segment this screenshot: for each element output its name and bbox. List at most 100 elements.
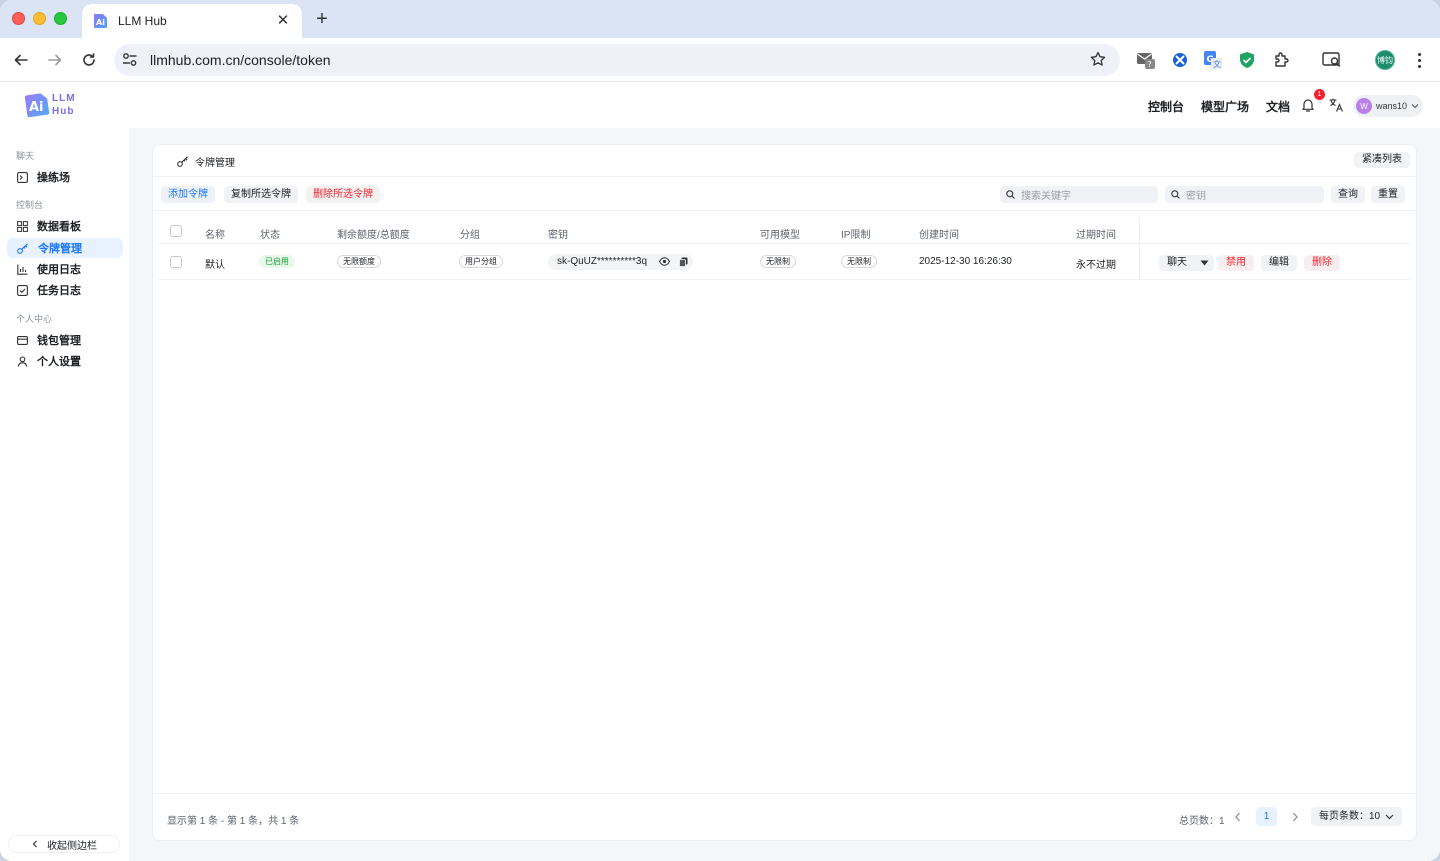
- tab-close-icon[interactable]: ✕: [274, 13, 292, 29]
- browser-tab[interactable]: Ai LLM Hub ✕: [82, 4, 302, 38]
- user-menu[interactable]: W wans10: [1353, 95, 1423, 117]
- col-quota: 剩余额度/总额度: [337, 230, 410, 241]
- select-all-checkbox[interactable]: [170, 225, 182, 237]
- sidebar-item-playground[interactable]: 操练场: [7, 167, 123, 187]
- token-key: sk-QuUZ**********3q: [548, 254, 693, 270]
- forward-icon[interactable]: [44, 49, 66, 71]
- status-badge: 已启用: [259, 255, 295, 268]
- search-icon: [1171, 190, 1180, 199]
- extensions-puzzle-icon[interactable]: [1272, 50, 1292, 70]
- chevron-left-icon: [32, 840, 37, 848]
- llmhub-favicon-icon: Ai: [94, 14, 107, 28]
- back-icon[interactable]: [10, 49, 32, 71]
- reset-button[interactable]: 重置: [1371, 186, 1405, 203]
- table-row: 默认 已启用 无限额度 用户分组 sk-QuUZ**********3q 无限制…: [159, 245, 1411, 280]
- translate-extension-icon[interactable]: G文: [1203, 50, 1223, 70]
- sidebar-item-usage-log[interactable]: 使用日志: [7, 259, 123, 279]
- logo-line2: Hub: [52, 106, 75, 117]
- username: wans10: [1376, 101, 1408, 111]
- page-title-text: 令牌管理: [195, 158, 235, 169]
- profile-avatar[interactable]: 博钧: [1375, 50, 1395, 70]
- logo-text: LLM Hub: [52, 92, 76, 118]
- keyword-search-input[interactable]: 搜索关键字: [1000, 186, 1158, 203]
- browser-window: Ai LLM Hub ✕ + llmhub.com.cn/console/tok…: [0, 0, 1440, 861]
- copy-selected-button[interactable]: 复制所选令牌: [224, 186, 298, 203]
- language-icon[interactable]: [1328, 97, 1344, 113]
- row-checkbox[interactable]: [170, 256, 182, 268]
- chevron-down-icon: [1411, 104, 1419, 109]
- col-group: 分组: [460, 230, 480, 241]
- sidebar-item-task-log[interactable]: 任务日志: [7, 280, 123, 300]
- pagination-bar: 显示第 1 条 - 第 1 条，共 1 条 总页数：1 1 每页条数：10: [153, 793, 1416, 841]
- chat-label: 聊天: [1167, 257, 1187, 268]
- ip-tag: 无限制: [841, 255, 877, 268]
- disable-button[interactable]: 禁用: [1218, 255, 1254, 271]
- edit-button[interactable]: 编辑: [1261, 255, 1297, 271]
- sidebar-item-wallet[interactable]: 钱包管理: [7, 330, 123, 350]
- chat-dropdown-button[interactable]: 聊天: [1159, 255, 1214, 271]
- page-size-select[interactable]: 每页条数：10: [1311, 807, 1402, 826]
- page-title: 令牌管理: [177, 154, 235, 169]
- app-header: Ai LLM Hub 控制台 模型广场 文档 1 W wans10: [0, 82, 1440, 128]
- chart-icon: [17, 264, 28, 275]
- group-tag: 用户分组: [459, 255, 503, 268]
- shield-extension-icon[interactable]: [1237, 50, 1257, 70]
- nav-docs[interactable]: 文档: [1266, 98, 1290, 115]
- sidebar-item-label: 数据看板: [37, 221, 81, 233]
- total-pages: 总页数：1: [1179, 816, 1225, 827]
- crosshair-extension-icon[interactable]: [1170, 50, 1190, 70]
- query-button[interactable]: 查询: [1331, 186, 1365, 203]
- close-window-button[interactable]: [12, 12, 25, 25]
- delete-button[interactable]: 删除: [1304, 255, 1340, 271]
- sidebar: 聊天 操练场 控制台 数据看板 令牌管理 使用日志 任务日志 个人中心 钱包管理: [0, 128, 129, 861]
- search-icon: [1006, 190, 1015, 199]
- site-settings-icon[interactable]: [122, 51, 138, 69]
- user-icon: [17, 355, 28, 367]
- logo-mark-icon: Ai: [24, 93, 50, 118]
- reload-icon[interactable]: [78, 49, 100, 71]
- nav-console[interactable]: 控制台: [1148, 98, 1184, 115]
- add-token-button[interactable]: 添加令牌: [161, 186, 215, 203]
- caret-down-icon[interactable]: [1200, 260, 1209, 266]
- nav-model-market[interactable]: 模型广场: [1201, 98, 1249, 115]
- tab-bar: Ai LLM Hub ✕ +: [0, 0, 1440, 38]
- app-logo[interactable]: Ai LLM Hub: [24, 90, 80, 122]
- created-time: 2025-12-30 16:26:30: [919, 256, 1012, 267]
- browser-menu-icon[interactable]: [1413, 50, 1425, 70]
- playground-icon: [17, 171, 28, 183]
- compact-list-button[interactable]: 紧凑列表: [1354, 152, 1410, 168]
- sidebar-item-dashboard[interactable]: 数据看板: [7, 216, 123, 236]
- key-search-input[interactable]: 密钥: [1165, 186, 1324, 203]
- pagination-info: 显示第 1 条 - 第 1 条，共 1 条: [167, 816, 300, 827]
- address-bar[interactable]: llmhub.com.cn/console/token: [114, 44, 1120, 76]
- copy-icon[interactable]: [679, 257, 688, 267]
- notification-bell-icon[interactable]: [1300, 97, 1316, 113]
- next-page-icon[interactable]: [1287, 809, 1303, 825]
- col-models: 可用模型: [760, 230, 800, 241]
- wallet-icon: [17, 335, 28, 345]
- new-tab-button[interactable]: +: [312, 8, 332, 30]
- chevron-down-icon: [1385, 814, 1394, 820]
- sidebar-section-chat: 聊天: [16, 151, 35, 161]
- minimize-window-button[interactable]: [33, 12, 46, 25]
- svg-text:文: 文: [1213, 59, 1221, 69]
- mail-extension-icon[interactable]: ?: [1136, 50, 1156, 70]
- maximize-window-button[interactable]: [54, 12, 67, 25]
- card-header: 令牌管理 紧凑列表: [153, 145, 1416, 177]
- bookmark-star-icon[interactable]: [1090, 51, 1106, 67]
- expire-time: 永不过期: [1076, 260, 1116, 271]
- collapse-sidebar-button[interactable]: 收起侧边栏: [8, 835, 120, 853]
- sidebar-item-label: 任务日志: [37, 285, 81, 297]
- sidebar-item-tokens[interactable]: 令牌管理: [7, 238, 123, 258]
- eye-icon[interactable]: [659, 257, 670, 266]
- current-page[interactable]: 1: [1256, 807, 1277, 826]
- browser-toolbar: llmhub.com.cn/console/token ? G文 博钧: [0, 38, 1440, 82]
- tab-search-icon[interactable]: [1322, 50, 1342, 70]
- keyword-search-placeholder: 搜索关键字: [1021, 191, 1071, 202]
- sidebar-item-label: 令牌管理: [38, 243, 82, 255]
- prev-page-icon[interactable]: [1230, 809, 1246, 825]
- svg-text:Ai: Ai: [96, 18, 105, 27]
- sidebar-item-settings[interactable]: 个人设置: [7, 351, 123, 371]
- delete-selected-button[interactable]: 删除所选令牌: [306, 186, 380, 203]
- col-created: 创建时间: [919, 230, 959, 241]
